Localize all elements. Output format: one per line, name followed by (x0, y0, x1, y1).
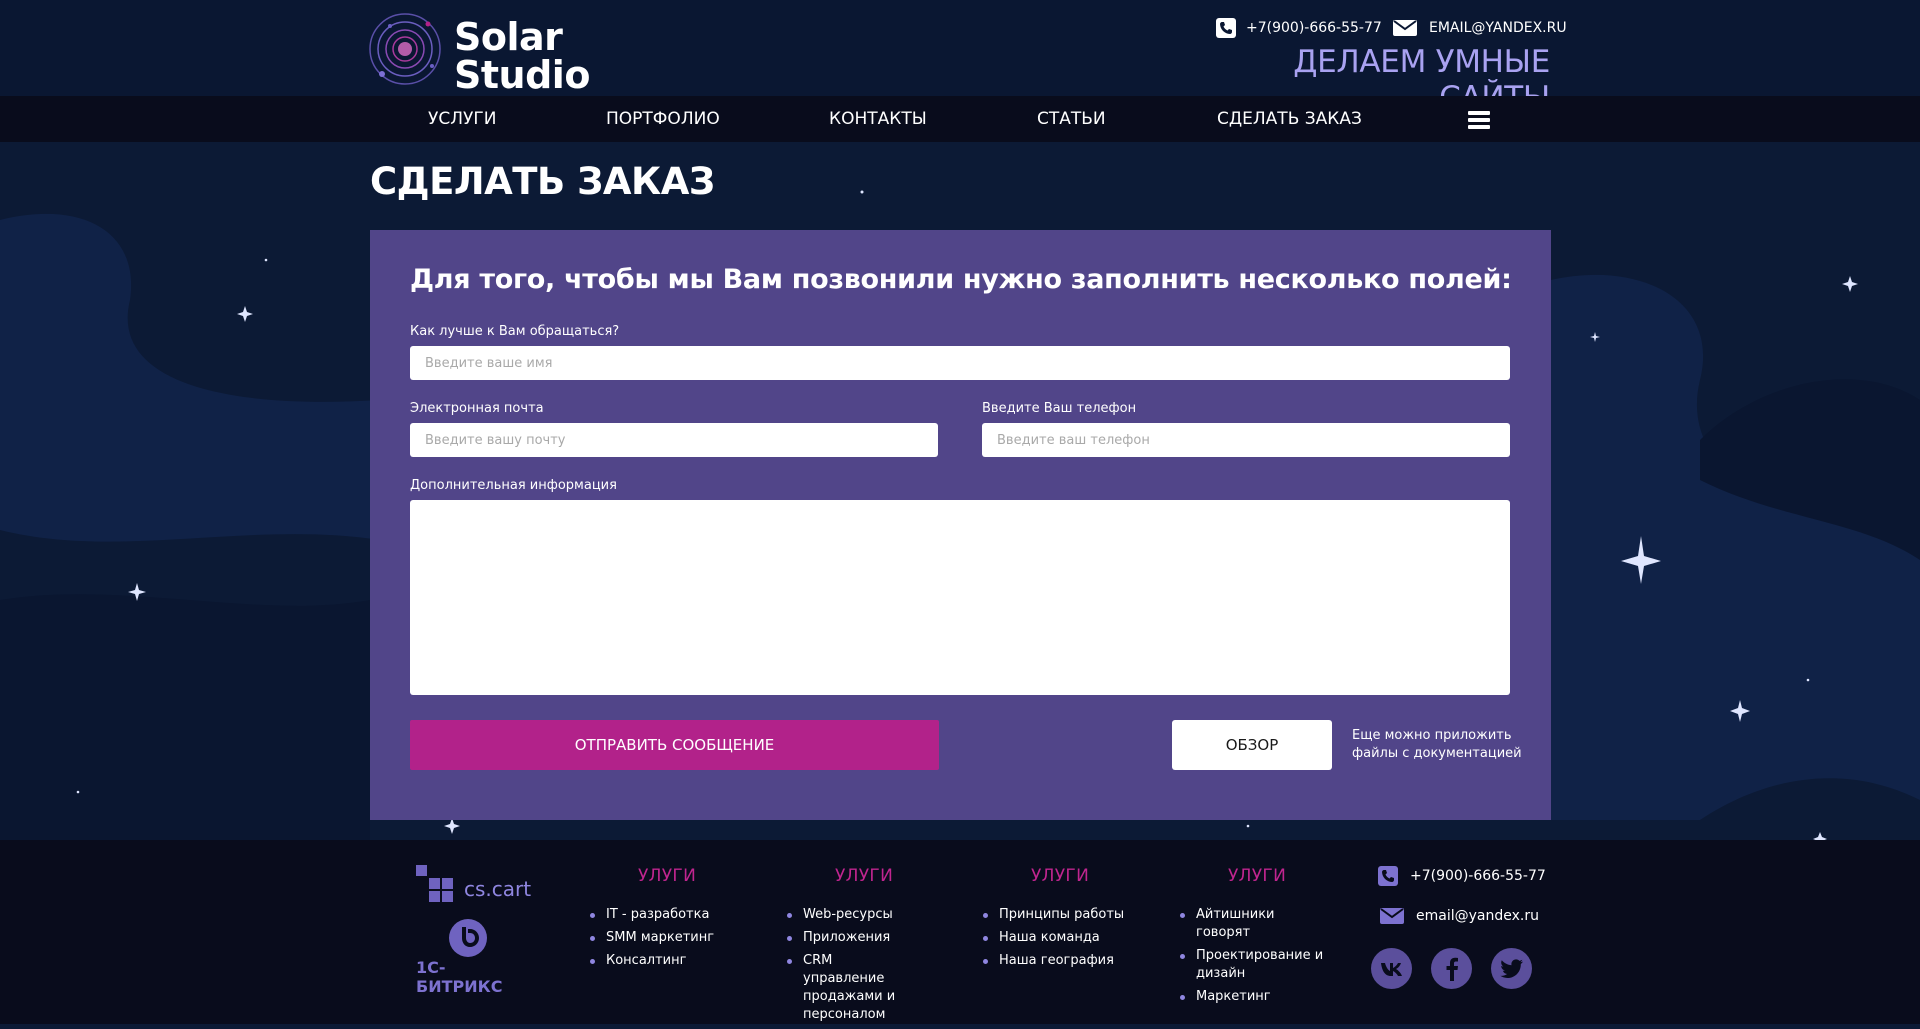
star-icon (1842, 276, 1858, 292)
footer-link[interactable]: SMM маркетинг (590, 929, 714, 947)
footer-column-title: УЛУГИ (1031, 866, 1090, 886)
cscart-logo[interactable]: cs.cart (416, 865, 531, 909)
mail-icon (1380, 908, 1404, 924)
browse-button[interactable]: ОБЗОР (1172, 720, 1332, 770)
logo-line-1: Solar (454, 15, 563, 59)
solar-system-logo-icon (369, 13, 441, 85)
phone-icon (1216, 18, 1236, 38)
nav-item-portfolio[interactable]: ПОРТФОЛИО (606, 109, 720, 129)
footer-link[interactable]: IT - разработка (590, 906, 714, 924)
footer-column-title: УЛУГИ (1228, 866, 1287, 886)
footer-column-2: УЛУГИ Web-ресурсы Приложения CRM управле… (787, 866, 917, 1029)
twitter-icon (1499, 958, 1523, 978)
star-icon (1590, 332, 1600, 342)
mail-icon (1393, 20, 1417, 36)
order-form: Для того, чтобы мы Вам позвонили нужно з… (370, 230, 1551, 820)
star-icon (1730, 700, 1750, 722)
facebook-button[interactable] (1431, 948, 1472, 989)
footer-link[interactable]: Маркетинг (1180, 988, 1330, 1006)
header-phone[interactable]: +7(900)-666-55-77 (1216, 18, 1382, 38)
footer-link[interactable]: Приложения (787, 929, 917, 947)
cscart-icon (416, 865, 453, 902)
star-icon (128, 583, 146, 601)
footer-link[interactable]: Принципы работы (983, 906, 1124, 924)
email-label: Электронная почта (410, 401, 544, 416)
footer-link[interactable]: CRM управление продажами и персоналом (787, 952, 917, 1024)
bitrix-icon (449, 919, 487, 957)
footer-column-1: УЛУГИ IT - разработка SMM маркетинг Конс… (590, 866, 714, 975)
logo-text: Solar Studio (454, 18, 590, 94)
phone-icon (1378, 866, 1398, 886)
vk-button[interactable] (1371, 948, 1412, 989)
footer-column-3: УЛУГИ Принципы работы Наша команда Наша … (983, 866, 1124, 975)
footer-link[interactable]: Наша география (983, 952, 1124, 970)
site-footer: cs.cart 1С-БИТРИКС УЛУГИ IT - разработка… (0, 840, 1920, 1024)
footer-link[interactable]: Наша команда (983, 929, 1124, 947)
name-input[interactable] (410, 346, 1510, 380)
header-email-text: EMAIL@YANDEX.RU (1429, 20, 1567, 36)
nav-item-contacts[interactable]: КОНТАКТЫ (829, 109, 927, 129)
footer-email[interactable]: email@yandex.ru (1380, 906, 1539, 926)
vk-icon (1380, 962, 1402, 976)
hamburger-icon[interactable] (1468, 111, 1490, 129)
nav-item-order[interactable]: СДЕЛАТЬ ЗАКАЗ (1217, 109, 1362, 129)
bitrix-logo[interactable]: 1С-БИТРИКС (414, 918, 524, 996)
footer-column-title: УЛУГИ (835, 866, 894, 886)
site-header: Solar Studio +7(900)-666-55-77 EMAIL@YAN… (0, 0, 1920, 116)
twitter-button[interactable] (1491, 948, 1532, 989)
phone-input[interactable] (982, 423, 1510, 457)
header-email[interactable]: EMAIL@YANDEX.RU (1393, 18, 1567, 38)
main-nav: УСЛУГИ ПОРТФОЛИО КОНТАКТЫ СТАТЬИ СДЕЛАТЬ… (0, 96, 1920, 142)
star-icon (1621, 536, 1661, 584)
star-icon (237, 306, 253, 322)
footer-link[interactable]: Консалтинг (590, 952, 714, 970)
nav-item-articles[interactable]: СТАТЬИ (1037, 109, 1106, 129)
page-title: СДЕЛАТЬ ЗАКАЗ (370, 160, 715, 203)
phone-label: Введите Ваш телефон (982, 401, 1137, 416)
attach-hint: Еще можно приложить файлы с документацие… (1352, 728, 1522, 761)
form-heading: Для того, чтобы мы Вам позвонили нужно з… (410, 264, 1512, 295)
bitrix-text: 1С-БИТРИКС (416, 958, 503, 996)
header-phone-text: +7(900)-666-55-77 (1246, 20, 1382, 36)
footer-column-title: УЛУГИ (638, 866, 697, 886)
footer-link[interactable]: Web-ресурсы (787, 906, 917, 924)
cscart-text: cs.cart (464, 877, 532, 901)
email-input[interactable] (410, 423, 938, 457)
footer-phone[interactable]: +7(900)-666-55-77 (1378, 866, 1546, 886)
footer-column-4: УЛУГИ Айтишники говорят Проектирование и… (1180, 866, 1330, 1011)
send-message-button[interactable]: ОТПРАВИТЬ СООБЩЕНИЕ (410, 720, 939, 770)
logo[interactable]: Solar Studio (368, 12, 590, 94)
info-textarea[interactable] (410, 500, 1510, 695)
footer-email-text: email@yandex.ru (1416, 908, 1539, 924)
facebook-icon (1446, 957, 1458, 981)
logo-line-2: Studio (454, 53, 590, 97)
footer-phone-text: +7(900)-666-55-77 (1410, 868, 1546, 884)
footer-link[interactable]: Айтишники говорят (1180, 906, 1330, 942)
info-label: Дополнительная информация (410, 478, 617, 493)
footer-link[interactable]: Проектирование и дизайн (1180, 947, 1330, 983)
nav-item-services[interactable]: УСЛУГИ (428, 109, 496, 129)
name-label: Как лучше к Вам обращаться? (410, 324, 620, 339)
star-icon (444, 818, 460, 834)
